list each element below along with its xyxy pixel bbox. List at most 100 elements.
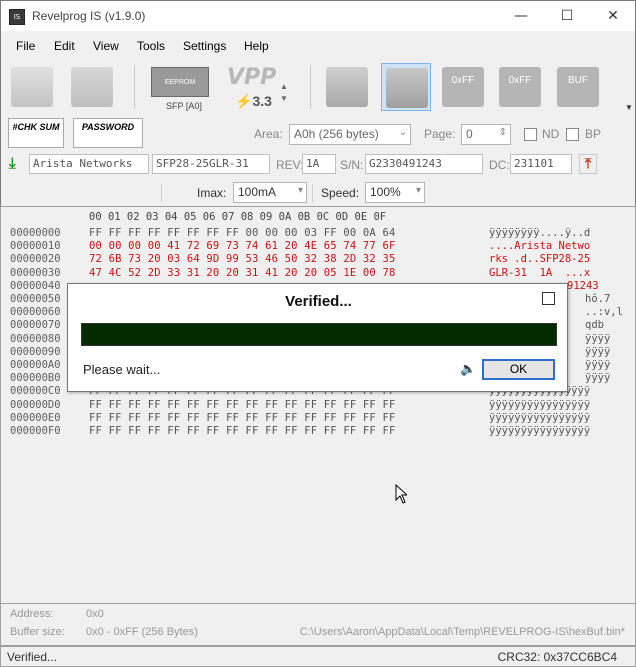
close-button[interactable]: ✕ — [590, 1, 636, 31]
hex-bytes[interactable]: FF FF FF FF FF FF FF FF FF FF FF FF FF F… — [89, 412, 396, 424]
checksum-button[interactable]: #CHK SUM — [8, 118, 64, 148]
hex-row[interactable]: 000000D0 FF FF FF FF FF FF FF FF FF FF FF… — [1, 399, 636, 412]
hex-ascii: ÿÿÿÿÿÿÿÿ....ÿ..d — [489, 227, 591, 239]
hex-ascii: ÿÿÿÿÿÿÿÿÿÿÿÿÿÿÿÿ — [489, 398, 591, 411]
hex-row[interactable]: 00000030 47 4C 52 2D 33 31 20 20 31 41 20… — [1, 267, 636, 280]
hex-row[interactable]: 000000F0 FF FF FF FF FF FF FF FF FF FF FF… — [1, 425, 636, 438]
chip-icon[interactable]: EEPROM — [151, 67, 209, 97]
separator — [161, 184, 162, 202]
hex-ascii: ....Arista Netwo — [489, 240, 591, 253]
hex-ascii: hŏ.7 — [585, 293, 611, 305]
speaker-icon[interactable]: 🔈 — [460, 362, 476, 377]
dc-label: DC: — [489, 158, 510, 172]
hex-address: 000000C0 — [10, 385, 61, 398]
hex-bytes[interactable]: FF FF FF FF FF FF FF FF 00 00 00 03 FF 0… — [89, 227, 396, 239]
hex-bytes[interactable]: FF FF FF FF FF FF FF FF FF FF FF FF FF F… — [89, 399, 396, 411]
blank-check-button[interactable]: 0xFF — [495, 63, 545, 111]
hex-row[interactable]: 000000E0 FF FF FF FF FF FF FF FF FF FF FF… — [1, 412, 636, 425]
speed-select[interactable]: 100% ▾ — [365, 182, 425, 203]
erase-button[interactable]: 0xFF — [438, 63, 488, 111]
ok-button[interactable]: OK — [482, 359, 555, 380]
progress-bar — [81, 323, 557, 346]
hex-row[interactable]: 00000020 72 6B 73 20 03 64 9D 99 53 46 50… — [1, 253, 636, 266]
hex-address: 00000050 — [10, 293, 61, 305]
window-title: Revelprog IS (v1.9.0) — [32, 9, 146, 23]
dialog-title: Verified... — [285, 293, 352, 310]
write-disk-icon — [386, 68, 428, 108]
status-area: Address: 0x0 Buffer size: 0x0 - 0xFF (25… — [0, 604, 636, 646]
speed-label: Speed: — [321, 186, 360, 200]
hex-address: 000000D0 — [10, 398, 61, 411]
area-label: Area: — [254, 127, 283, 141]
bp-label: BP — [585, 127, 602, 141]
info-bar: ⤓ Arista Networks SFP28-25GLR-31 REV: 1A… — [0, 152, 636, 180]
read-arrow-icon — [326, 67, 368, 107]
download-icon[interactable]: ⤓ — [9, 155, 25, 173]
buffer-size-label: Buffer size: — [10, 626, 65, 638]
menu-help[interactable]: Help — [244, 39, 269, 53]
app-icon: IS — [9, 9, 25, 25]
menu-settings[interactable]: Settings — [183, 39, 226, 53]
upload-icon[interactable]: ⤒ — [579, 154, 597, 174]
imax-select[interactable]: 100mA ▾ — [233, 182, 307, 203]
rev-label: REV: — [276, 158, 304, 172]
hex-address: 00000040 — [10, 279, 61, 292]
hex-row[interactable]: 00000010 00 00 00 00 41 72 69 73 74 61 20… — [1, 240, 636, 253]
hex-bytes[interactable]: 47 4C 52 2D 33 31 20 20 31 41 20 20 05 1… — [89, 267, 396, 279]
hex-address: 00000080 — [10, 332, 61, 345]
hex-column-header: 00 01 02 03 04 05 06 07 08 09 0A 0B 0C 0… — [89, 211, 387, 223]
menu-edit[interactable]: Edit — [54, 39, 75, 53]
hex-address: 00000070 — [10, 319, 61, 332]
buffer-file-path: C:\Users\Aaron\AppData\Local\Temp\REVELP… — [299, 626, 625, 638]
hex-editor[interactable]: 00 01 02 03 04 05 06 07 08 09 0A 0B 0C 0… — [0, 206, 636, 604]
hex-address: 00000020 — [10, 253, 61, 266]
hex-ascii: ÿÿÿÿÿÿÿÿÿÿÿÿÿÿÿÿ — [489, 411, 591, 424]
hex-address: 000000A0 — [10, 359, 61, 371]
date-code-field[interactable]: 231101 — [510, 154, 572, 174]
maximize-button[interactable]: ☐ — [544, 1, 590, 31]
menu-bar: File Edit View Tools Settings Help — [0, 31, 636, 59]
chip-label: SFP [A0] — [166, 101, 202, 111]
bp-checkbox[interactable] — [566, 128, 579, 141]
crc-value: CRC32: 0x37CC6BC4 — [497, 650, 617, 664]
page-spinner[interactable]: 0 ⇕ — [461, 124, 511, 145]
nd-checkbox[interactable] — [524, 128, 537, 141]
status-bar: Verified... CRC32: 0x37CC6BC4 — [0, 646, 636, 667]
hex-row[interactable]: 00000000 FF FF FF FF FF FF FF FF 00 00 00… — [1, 227, 636, 240]
dialog-close-button[interactable] — [542, 292, 555, 305]
hex-ascii: ÿÿÿÿ — [585, 359, 611, 371]
rev-field[interactable]: 1A — [302, 154, 336, 174]
vpp-icon: VPP — [227, 65, 277, 90]
imax-label: Imax: — [197, 186, 227, 200]
vpp-value: ⚡3.3 — [235, 93, 272, 109]
toolbar-separator — [310, 65, 311, 109]
menu-view[interactable]: View — [93, 39, 119, 53]
menu-tools[interactable]: Tools — [137, 39, 165, 53]
hex-bytes[interactable]: 00 00 00 00 41 72 69 73 74 61 20 4E 65 7… — [89, 240, 396, 252]
menu-file[interactable]: File — [16, 39, 35, 53]
part-number-field[interactable]: SFP28-25GLR-31 — [152, 154, 270, 174]
hex-address: 00000090 — [10, 345, 61, 358]
mouse-cursor-icon — [395, 484, 407, 504]
vpp-spinner[interactable]: ▲ ▼ — [280, 81, 288, 105]
hex-address: 00000030 — [10, 266, 61, 279]
hex-bytes[interactable]: 72 6B 73 20 03 64 9D 99 53 46 50 32 38 2… — [89, 253, 396, 265]
minimize-button[interactable]: — — [498, 1, 544, 31]
toolbar-overflow-icon[interactable]: ▼ — [625, 103, 633, 112]
page-label: Page: — [424, 127, 456, 141]
progress-fill — [82, 324, 556, 345]
vendor-field[interactable]: Arista Networks — [29, 154, 149, 174]
save-file-button[interactable] — [67, 63, 117, 111]
open-file-button[interactable] — [7, 63, 57, 111]
address-label: Address: — [10, 608, 54, 620]
sn-label: S/N: — [340, 158, 364, 172]
verify-button[interactable]: BUF — [553, 63, 603, 111]
read-button[interactable] — [322, 63, 372, 111]
area-select[interactable]: A0h (256 bytes) ⌄ — [289, 124, 411, 145]
write-button[interactable] — [381, 63, 431, 111]
password-button[interactable]: PASSWORD — [73, 118, 143, 148]
dialog-message: Please wait... — [83, 362, 161, 377]
hex-bytes[interactable]: FF FF FF FF FF FF FF FF FF FF FF FF FF F… — [89, 425, 396, 437]
status-text: Verified... — [7, 650, 58, 664]
serial-number-field[interactable]: G2330491243 — [365, 154, 483, 174]
